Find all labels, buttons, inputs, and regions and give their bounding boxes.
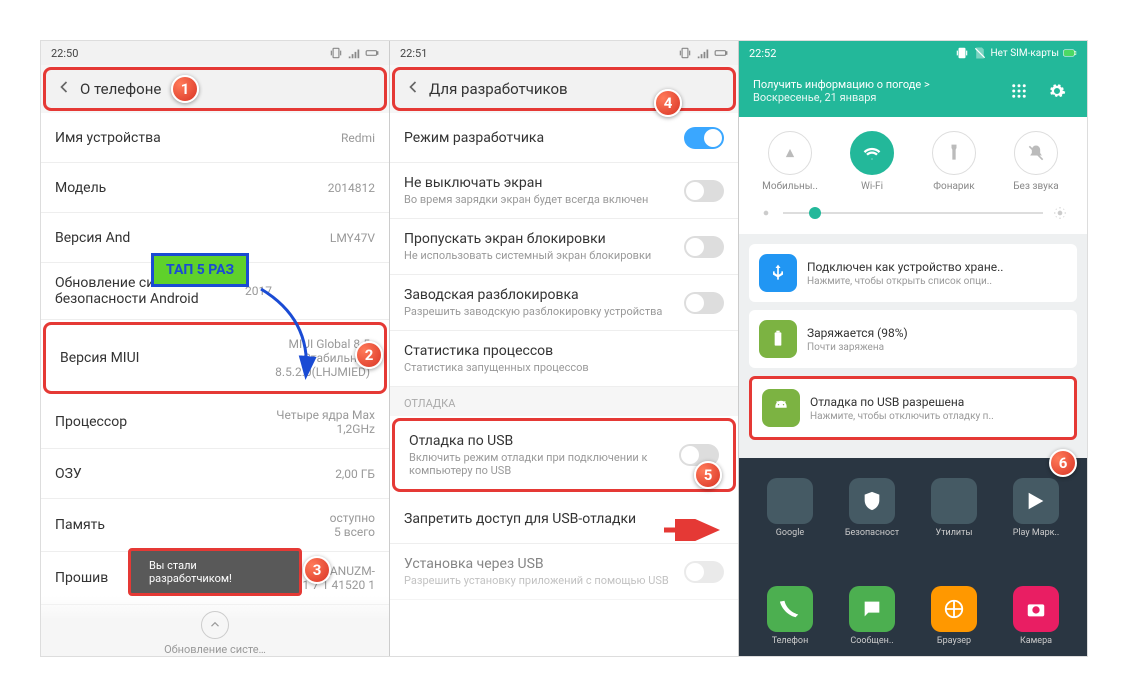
row-skip-lock[interactable]: Пропускать экран блокировкиНе использова… [390,219,738,275]
statusbar: 22:50 [41,41,389,65]
weather-widget[interactable]: Получить информацию о погоде > Воскресен… [753,78,997,104]
badge-4: 4 [654,89,682,117]
row-model[interactable]: Модель 2014812 [41,163,389,213]
back-button[interactable] [403,77,423,101]
home-screen: Google Безопасност Утилиты Play Марк.. Т… [739,458,1087,656]
row-storage[interactable]: Память оступно 5 всего [41,499,389,552]
signal-icon [696,46,710,60]
arrow-up-icon [201,611,229,639]
notif-usb-storage[interactable]: Подключен как устройство хране..Нажмите,… [749,244,1077,302]
app-messages[interactable]: Сообщен.. [837,586,907,646]
arrow-tap-icon [251,279,331,389]
toggle-dev-mode[interactable] [684,127,724,149]
header-title: Для разработчиков [429,80,568,98]
battery-charging-icon [759,320,797,358]
row-miui-version[interactable]: Версия MIUI MIUI Global 8.5 Стабильная 8… [43,322,387,394]
android-icon [762,389,800,427]
arrow-red-icon [660,519,720,541]
statusbar: 22:51 [390,41,738,65]
row-ram[interactable]: ОЗУ 2,00 ГБ [41,449,389,499]
no-sim-icon [973,46,987,60]
row-usb-debugging[interactable]: Отладка по USBВключить режим отладки при… [392,418,736,492]
phone-screen-3: 22:52 Нет SIM-карты Получить информацию … [739,41,1087,656]
header-about-phone: О телефоне [43,67,387,111]
brightness-high-icon [1053,206,1067,220]
header-title: О телефоне [80,80,161,98]
quick-settings-header: Получить информацию о погоде > Воскресен… [739,65,1087,117]
badge-1: 1 [171,75,199,103]
row-install-usb[interactable]: Установка через USBРазрешить установку п… [390,544,738,600]
tile-flashlight[interactable]: Фонарик [919,131,989,192]
toggle-oem[interactable] [684,292,724,314]
toast-developer: Вы стали разработчиком! [128,548,302,596]
tile-silent[interactable]: Без звука [1001,131,1071,192]
battery-icon [365,46,379,60]
statusbar-time: 22:50 [51,47,78,60]
toggle-skip-lock[interactable] [684,236,724,258]
brightness-slider[interactable] [739,200,1087,234]
badge-2: 2 [355,341,383,369]
notif-charging[interactable]: Заряжается (98%)Почти заряжена [749,310,1077,368]
app-tools[interactable]: Утилиты [919,478,989,538]
header-developer-options: Для разработчиков [392,67,736,111]
row-stay-awake[interactable]: Не выключать экранВо время зарядки экран… [390,163,738,219]
sim-status: Нет SIM-карты [991,48,1059,59]
app-play[interactable]: Play Марк.. [1001,478,1071,538]
signal-icon [347,46,361,60]
callout-tap5: ТАП 5 РАЗ [151,253,249,287]
app-security[interactable]: Безопасност [837,478,907,538]
app-browser[interactable]: Браузер [919,586,989,646]
statusbar-time: 22:52 [749,47,776,60]
vibrate-icon [678,46,692,60]
quick-settings-tiles: Мобильны.. Wi-Fi Фонарик Без звука [739,117,1087,200]
tile-wifi[interactable]: Wi-Fi [837,131,907,192]
statusbar-time: 22:51 [400,47,427,60]
row-dev-mode[interactable]: Режим разработчика [390,113,738,163]
toggle-stay-awake[interactable] [684,180,724,202]
app-camera[interactable]: Камера [1001,586,1071,646]
row-device-name[interactable]: Имя устройства Redmi [41,113,389,163]
row-cpu[interactable]: Процессор Четыре ядра Max 1,2GHz [41,396,389,449]
vibrate-icon [329,46,343,60]
row-process-stats[interactable]: Статистика процессовСтатистика запущенны… [390,331,738,387]
notif-usb-debugging[interactable]: Отладка по USB разрешенаНажмите, чтобы о… [749,376,1077,440]
badge-3: 3 [303,556,331,584]
statusbar: 22:52 Нет SIM-карты [739,41,1087,65]
battery-icon [1063,46,1077,60]
grid-icon[interactable] [1003,75,1035,107]
battery-icon [714,46,728,60]
app-google[interactable]: Google [755,478,825,538]
phone-screen-1: 22:50 О телефоне Имя устройства Redmi Мо… [41,41,390,656]
tile-mobile-data[interactable]: Мобильны.. [755,131,825,192]
badge-5: 5 [694,461,722,489]
dev-list: Режим разработчика Не выключать экранВо … [390,113,738,656]
gear-icon[interactable] [1041,75,1073,107]
back-button[interactable] [54,77,74,101]
toggle-install-usb[interactable] [684,561,724,583]
badge-6: 6 [1049,449,1077,477]
app-phone[interactable]: Телефон [755,586,825,646]
vibrate-icon [955,46,969,60]
section-debug: ОТЛАДКА [390,387,738,416]
phone-screen-2: 22:51 Для разработчиков Режим разработчи… [390,41,739,656]
brightness-low-icon [759,206,773,220]
notifications-panel: Подключен как устройство хране..Нажмите,… [739,234,1087,458]
row-oem-unlock[interactable]: Заводская разблокировкаРазрешить заводск… [390,275,738,331]
updater-hint: Обновление систе… [41,596,389,656]
usb-icon [759,254,797,292]
